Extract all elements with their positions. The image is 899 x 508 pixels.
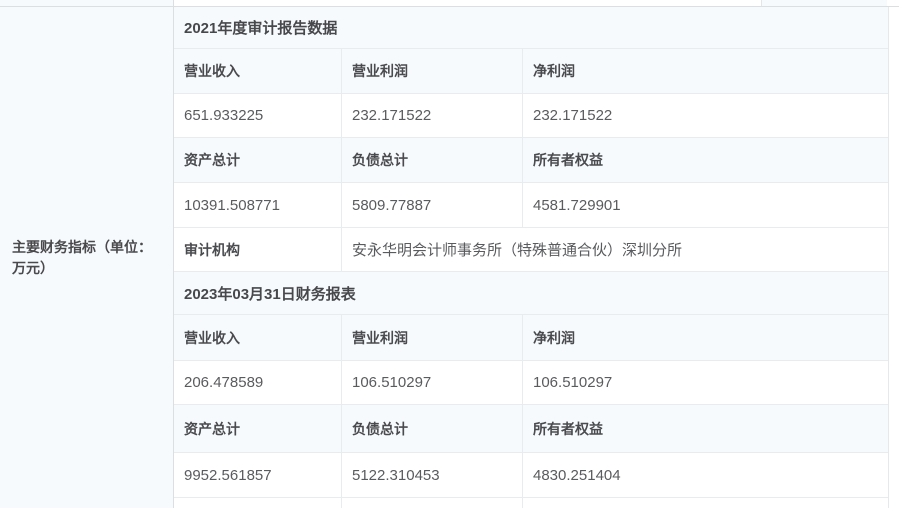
header-row: 营业收入 营业利润 净利润 [174,315,888,361]
header-cell-total-assets: 资产总计 [174,405,342,452]
value-cell-revenue: 206.478589 [174,361,342,404]
value-cell-revenue: 651.933225 [174,94,342,137]
section-title-row-2023: 2023年03月31日财务报表 [174,272,888,315]
value-row: 206.478589 106.510297 106.510297 [174,361,888,405]
section-title-row-2021: 2021年度审计报告数据 [174,7,888,49]
value-cell-owners-equity: 4581.729901 [533,196,621,214]
section-title-2021: 2021年度审计报告数据 [184,20,338,37]
header-cell-revenue: 营业收入 [174,315,342,360]
header-cell-owners-equity: 所有者权益 [533,152,603,168]
header-cell-operating-profit: 营业利润 [342,315,523,360]
audit-institution-label: 审计机构 [174,228,342,271]
row-label-cell: 主要财务指标（单位：万元） [0,7,174,508]
header-row: 营业收入 营业利润 净利润 [174,49,888,94]
header-row: 资产总计 负债总计 所有者权益 [174,405,888,453]
next-row-sliver-cell [342,498,523,508]
next-row-sliver-cell [523,498,888,508]
header-cell-owners-equity: 所有者权益 [533,420,603,437]
header-cell-operating-profit: 营业利润 [342,49,523,93]
header-cell-total-assets: 资产总计 [174,138,342,182]
header-cell-total-liabilities: 负债总计 [342,138,523,182]
header-cell-revenue: 营业收入 [174,49,342,93]
value-row: 651.933225 232.171522 232.171522 [174,94,888,138]
audit-institution-value: 安永华明会计师事务所（特殊普通合伙）深圳分所 [352,242,683,259]
previous-row-sliver [0,0,899,7]
value-cell-net-profit: 106.510297 [533,374,613,391]
page-gutter [889,7,899,508]
audit-institution-row: 审计机构 安永华明会计师事务所（特殊普通合伙）深圳分所 [174,228,888,272]
value-cell-total-assets: 10391.508771 [174,183,342,227]
value-cell-total-liabilities: 5809.77887 [342,183,523,227]
row-label: 主要财务指标（单位：万元） [12,238,152,276]
value-row: 9952.561857 5122.310453 4830.251404 [174,453,888,498]
header-cell-net-profit: 净利润 [533,63,575,79]
previous-row-content-sliver [174,0,761,6]
value-cell-net-profit: 232.171522 [533,107,613,124]
next-row-sliver [174,498,888,508]
header-cell-total-liabilities: 负债总计 [342,405,523,452]
value-cell-operating-profit: 232.171522 [342,94,523,137]
value-cell-total-liabilities: 5122.310453 [342,453,523,497]
previous-row-label-sliver [0,0,174,6]
value-cell-owners-equity: 4830.251404 [533,466,621,484]
financial-indicators-panel: 主要财务指标（单位：万元） 2021年度审计报告数据 营业收入 营业利润 净利润… [0,0,899,508]
financial-data-table: 2021年度审计报告数据 营业收入 营业利润 净利润 651.933225 23… [174,7,889,508]
value-row: 10391.508771 5809.77887 4581.729901 [174,183,888,228]
value-cell-total-assets: 9952.561857 [174,453,342,497]
header-cell-net-profit: 净利润 [533,329,575,346]
next-row-sliver-cell [174,498,342,508]
section-title-2023: 2023年03月31日财务报表 [184,285,356,303]
previous-row-right-cell-sliver [761,0,887,6]
value-cell-operating-profit: 106.510297 [342,361,523,404]
page-gutter [887,0,899,6]
header-row: 资产总计 负债总计 所有者权益 [174,138,888,183]
